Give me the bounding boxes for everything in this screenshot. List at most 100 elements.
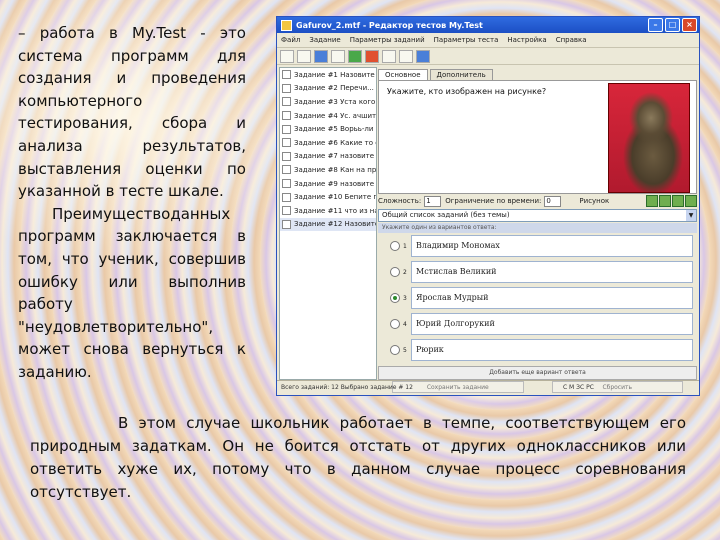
- answer-row: 4 Юрий Долгорукий: [378, 311, 697, 337]
- task-item[interactable]: Задание #11 что из назв: [280, 204, 376, 218]
- save-icon[interactable]: [314, 49, 328, 63]
- chevron-down-icon[interactable]: ▼: [686, 210, 696, 221]
- answer-field[interactable]: Мстислав Великий: [411, 261, 693, 283]
- theme-select[interactable]: Общий список заданий (без темы) ▼: [378, 209, 697, 222]
- window-title: Gafurov_2.mtf - Редактор тестов My.Test: [296, 20, 483, 30]
- task-item[interactable]: Задание #6 Какие то счет: [280, 136, 376, 150]
- task-item[interactable]: Задание #1 Назовите год: [280, 68, 376, 82]
- maximize-icon[interactable]: □: [665, 18, 680, 32]
- picture-save-icon[interactable]: [659, 195, 671, 207]
- checkbox-icon: [282, 179, 291, 189]
- checkbox-icon: [282, 138, 291, 148]
- time-limit-input[interactable]: 0: [544, 195, 562, 207]
- answer-row: 3 Ярослав Мудрый: [378, 285, 697, 311]
- checkbox-icon: [282, 206, 291, 216]
- tab-main[interactable]: Основное: [378, 69, 428, 80]
- menu-settings[interactable]: Настройка: [507, 36, 546, 44]
- add-task-icon[interactable]: [348, 49, 362, 63]
- answer-number: 3: [403, 294, 407, 302]
- tab-extra[interactable]: Дополнитель: [429, 69, 493, 80]
- task-item-selected[interactable]: Задание #12 Назовите кто: [280, 217, 376, 232]
- answer-row: 2 Мстислав Великий: [378, 259, 697, 285]
- move-down-icon[interactable]: [399, 49, 413, 63]
- task-item[interactable]: Задание #10 Бепите прив: [280, 190, 376, 204]
- left-paragraph-2-text: Преимуществоданных программ заключается …: [18, 204, 246, 381]
- checkbox-icon: [282, 97, 291, 107]
- answer-radio[interactable]: [390, 267, 400, 277]
- status-bar: Всего заданий: 12 Выбрано задание # 12 С…: [277, 380, 699, 395]
- task-item[interactable]: Задание #9 назовите осн: [280, 177, 376, 191]
- menu-task-params[interactable]: Параметры заданий: [350, 36, 425, 44]
- answer-radio[interactable]: [390, 345, 400, 355]
- portrait-image: [608, 83, 690, 193]
- question-area[interactable]: Укажите, кто изображен на рисунке?: [378, 80, 697, 194]
- answer-number: 5: [403, 346, 407, 354]
- checkbox-icon: [282, 70, 291, 80]
- bottom-text-block: В этом случае школьник работает в темпе,…: [30, 412, 686, 504]
- picture-delete-icon[interactable]: [685, 195, 697, 207]
- toolbar: [277, 48, 699, 65]
- answer-field[interactable]: Ярослав Мудрый: [411, 287, 693, 309]
- checkbox-icon: [282, 111, 291, 121]
- answer-list: 1 Владимир Мономах 2 Мстислав Великий 3 …: [378, 233, 697, 363]
- answer-field[interactable]: Рюрик: [411, 339, 693, 361]
- answer-field[interactable]: Юрий Долгорукий: [411, 313, 693, 335]
- checkbox-icon: [282, 192, 291, 202]
- picture-tools: [645, 195, 697, 207]
- bottom-paragraph: В этом случае школьник работает в темпе,…: [30, 414, 686, 501]
- checkbox-icon: [282, 219, 291, 229]
- task-item[interactable]: Задание #8 Кан на пред: [280, 163, 376, 177]
- checkbox-icon: [282, 83, 291, 93]
- checkbox-icon: [282, 165, 291, 175]
- task-item[interactable]: Задание #2 Перечи... из: [280, 82, 376, 96]
- answer-radio-selected[interactable]: [390, 293, 400, 303]
- left-paragraph-1: – работа в My.Test - это система програм…: [18, 24, 246, 201]
- status-indicators: С М ЗС РС: [562, 384, 594, 391]
- difficulty-input[interactable]: 1: [424, 195, 442, 207]
- question-text: Укажите, кто изображен на рисунке?: [387, 87, 547, 96]
- difficulty-label: Сложность:: [378, 197, 422, 205]
- menu-bar: Файл Задание Параметры заданий Параметры…: [277, 33, 699, 48]
- answer-number: 4: [403, 320, 407, 328]
- move-up-icon[interactable]: [382, 49, 396, 63]
- new-file-icon[interactable]: [280, 49, 294, 63]
- task-item[interactable]: Задание #5 Ворьь-ли сод: [280, 122, 376, 136]
- add-variant-button[interactable]: Добавить еще вариант ответа: [378, 366, 697, 380]
- open-folder-icon[interactable]: [297, 49, 311, 63]
- left-paragraph-2: Преимуществоданных программ заключается …: [18, 203, 246, 384]
- task-options-row: Сложность: 1 Ограничение по времени: 0 Р…: [378, 194, 697, 208]
- left-text-block: – работа в My.Test - это система програм…: [18, 22, 246, 384]
- app-icon: [281, 19, 292, 31]
- delete-task-icon[interactable]: [365, 49, 379, 63]
- picture-open-icon[interactable]: [646, 195, 658, 207]
- task-item[interactable]: Задание #7 назовите года: [280, 150, 376, 164]
- task-item[interactable]: Задание #4 Ус. ачшит в ло: [280, 109, 376, 123]
- mytest-window: Gafurov_2.mtf - Редактор тестов My.Test …: [276, 16, 700, 396]
- checkbox-icon: [282, 151, 291, 161]
- print-icon[interactable]: [331, 49, 345, 63]
- menu-help[interactable]: Справка: [556, 36, 587, 44]
- title-bar: Gafurov_2.mtf - Редактор тестов My.Test …: [277, 17, 699, 33]
- answer-row: 5 Рюрик: [378, 337, 697, 363]
- theme-select-value: Общий список заданий (без темы): [382, 211, 510, 219]
- task-editor: Основное Дополнитель Укажите, кто изобра…: [378, 67, 697, 393]
- answer-radio[interactable]: [390, 241, 400, 251]
- preview-icon[interactable]: [416, 49, 430, 63]
- status-text: Всего заданий: 12 Выбрано задание # 12: [281, 384, 413, 391]
- time-limit-label: Ограничение по времени:: [445, 197, 542, 205]
- answer-radio[interactable]: [390, 319, 400, 329]
- answer-field[interactable]: Владимир Мономах: [411, 235, 693, 257]
- answer-number: 1: [403, 242, 407, 250]
- picture-label: Рисунок: [579, 197, 610, 205]
- task-item[interactable]: Задание #3 Уста кого по: [280, 95, 376, 109]
- task-list: Задание #1 Назовите год Задание #2 Переч…: [279, 67, 377, 380]
- editor-content: Задание #1 Назовите год Задание #2 Переч…: [277, 65, 699, 393]
- menu-test-params[interactable]: Параметры теста: [434, 36, 499, 44]
- close-icon[interactable]: ×: [682, 18, 697, 32]
- menu-file[interactable]: Файл: [281, 36, 300, 44]
- minimize-icon[interactable]: –: [648, 18, 663, 32]
- answer-row: 1 Владимир Мономах: [378, 233, 697, 259]
- tab-strip: Основное Дополнитель: [378, 67, 697, 80]
- menu-task[interactable]: Задание: [309, 36, 340, 44]
- picture-edit-icon[interactable]: [672, 195, 684, 207]
